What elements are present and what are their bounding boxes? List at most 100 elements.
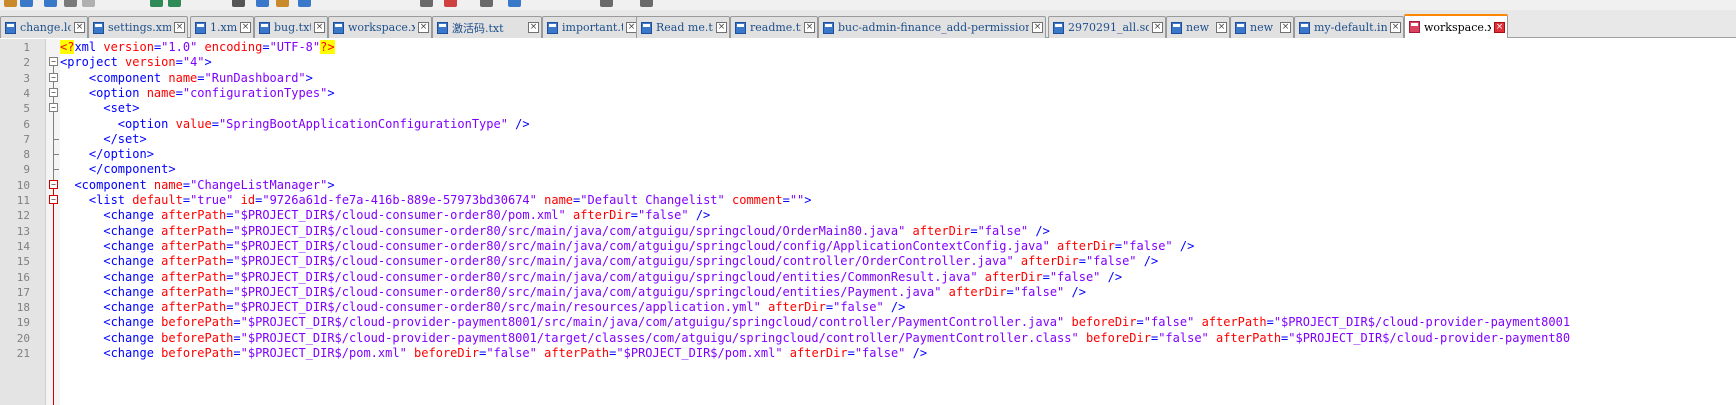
tab-label: 激活码.txt bbox=[452, 21, 504, 35]
fold-collapse-icon[interactable]: − bbox=[49, 72, 58, 82]
toolbar-button-icon[interactable] bbox=[168, 0, 181, 7]
editor[interactable]: 1 2 3 4 5 6 7 8 9 10 11 12 13 14 15 16 17 18 19 20 21 <?xml … bbox=[0, 39, 1736, 405]
close-icon[interactable]: × bbox=[240, 22, 251, 33]
close-icon[interactable]: × bbox=[528, 22, 539, 33]
token-tag: /> bbox=[1064, 284, 1086, 299]
token-tag: = bbox=[182, 193, 191, 207]
close-icon[interactable]: × bbox=[1032, 22, 1043, 33]
token-tag: <change bbox=[60, 346, 162, 360]
token-attr: afterPath bbox=[1201, 315, 1267, 330]
token-tag: /> bbox=[1172, 238, 1195, 253]
tab-6[interactable]: important.txt× bbox=[542, 16, 640, 38]
toolbar-button-icon[interactable] bbox=[82, 0, 95, 7]
toolbar-button-icon[interactable] bbox=[44, 0, 57, 7]
code-line[interactable]: <change beforePath="$PROJECT_DIR$/pom.xm… bbox=[60, 345, 927, 362]
fold-collapse-icon[interactable]: − bbox=[49, 57, 58, 67]
token-tag: = bbox=[233, 330, 241, 345]
tab-5[interactable]: 激活码.txt × bbox=[432, 16, 542, 38]
tab-8[interactable]: readme.txt× bbox=[730, 16, 818, 38]
token-tag: = bbox=[233, 315, 241, 330]
toolbar-button-icon[interactable] bbox=[298, 0, 311, 7]
toolbar-button-icon[interactable] bbox=[232, 0, 245, 7]
token-val: "false" bbox=[638, 208, 689, 223]
token-tag: = bbox=[847, 346, 855, 360]
token-tag: = bbox=[630, 208, 639, 223]
toolbar-button-icon[interactable] bbox=[4, 0, 17, 7]
token-val: "$PROJECT_DIR$/cloud-consumer-order80/sr… bbox=[233, 269, 978, 284]
token-val: "false" bbox=[833, 300, 884, 315]
close-icon[interactable]: × bbox=[1216, 22, 1227, 33]
token-tag: > bbox=[305, 70, 313, 85]
token-tag bbox=[761, 300, 768, 314]
token-val: "$PROJECT_DIR$/cloud-consumer-order80/sr… bbox=[233, 300, 761, 315]
code-area[interactable]: <?xml version="1.0" encoding="UTF-8"?> <p… bbox=[60, 39, 1736, 405]
toolbar-button-icon[interactable] bbox=[480, 0, 493, 7]
tab-12[interactable]: new 2× bbox=[1230, 16, 1294, 38]
toolbar-button-icon[interactable] bbox=[276, 0, 289, 7]
toolbar-button-icon[interactable] bbox=[256, 0, 269, 7]
toolbar-button-icon[interactable] bbox=[600, 0, 613, 7]
fold-collapse-icon[interactable]: − bbox=[49, 103, 58, 113]
toolbar-button-icon[interactable] bbox=[508, 0, 521, 7]
fold-end-marker bbox=[53, 138, 59, 140]
token-tag: /> bbox=[883, 300, 906, 315]
close-icon[interactable]: × bbox=[1280, 22, 1291, 33]
fold-collapse-icon[interactable]: − bbox=[49, 87, 58, 97]
token-tag: <component bbox=[60, 177, 154, 192]
close-icon[interactable]: × bbox=[804, 22, 815, 33]
token-attr: version bbox=[103, 40, 154, 54]
close-icon[interactable]: × bbox=[74, 22, 85, 33]
close-icon[interactable]: × bbox=[174, 22, 185, 33]
token-attr: afterPath bbox=[161, 269, 227, 284]
token-val: "false" bbox=[1013, 284, 1065, 299]
tab-label: bug.txt bbox=[274, 21, 311, 34]
toolbar-button-icon[interactable] bbox=[640, 0, 653, 7]
close-icon[interactable]: × bbox=[314, 22, 325, 33]
tab-13[interactable]: my-default.ini × bbox=[1294, 16, 1404, 38]
close-icon[interactable]: × bbox=[1152, 22, 1163, 33]
fold-collapse-icon[interactable]: − bbox=[49, 179, 58, 189]
token-tag: = bbox=[175, 55, 183, 70]
toolbar-button-icon[interactable] bbox=[150, 0, 163, 7]
tab-4[interactable]: workspace.xml× bbox=[328, 16, 432, 38]
token-tag bbox=[941, 285, 948, 299]
token-pi: <? bbox=[60, 40, 75, 54]
tab-1[interactable]: settings.xml × bbox=[88, 16, 188, 38]
tab-3[interactable]: bug.txt × bbox=[254, 16, 328, 38]
tab-2[interactable]: 1.xml× bbox=[190, 16, 254, 38]
tab-0[interactable]: change.log× bbox=[0, 16, 88, 38]
toolbar-button-icon[interactable] bbox=[444, 0, 457, 7]
tab-label: 2970291_all.sql bbox=[1068, 21, 1149, 34]
file-icon bbox=[1409, 21, 1420, 33]
tab-label: Read me.txt bbox=[656, 21, 713, 34]
token-attr: default bbox=[132, 193, 183, 207]
token-val: "false" bbox=[1158, 330, 1209, 345]
token-attr: afterDir bbox=[912, 223, 971, 238]
fold-collapse-icon[interactable]: − bbox=[49, 195, 58, 204]
token-attr: beforeDir bbox=[1071, 315, 1137, 330]
tab-14[interactable]: workspace.xml× bbox=[1404, 14, 1508, 38]
tab-7[interactable]: Read me.txt× bbox=[636, 16, 730, 38]
close-icon[interactable]: × bbox=[1494, 21, 1505, 33]
token-tag: > bbox=[327, 85, 335, 100]
tab-10[interactable]: 2970291_all.sql × bbox=[1048, 16, 1166, 38]
token-tag bbox=[1014, 254, 1021, 268]
token-tag: = bbox=[1114, 238, 1123, 253]
file-icon bbox=[1053, 21, 1064, 34]
tab-9[interactable]: buc-admin-finance_add-permission.txt× bbox=[818, 16, 1046, 38]
close-icon[interactable]: × bbox=[1390, 22, 1401, 33]
tab-label: buc-admin-finance_add-permission.txt bbox=[838, 21, 1029, 34]
token-val: "$PROJECT_DIR$/cloud-consumer-order80/po… bbox=[233, 208, 566, 223]
token-tag: xml bbox=[74, 40, 104, 54]
tab-label: settings.xml bbox=[108, 21, 171, 34]
token-attr: afterDir bbox=[984, 269, 1043, 284]
toolbar-button-icon[interactable] bbox=[20, 0, 33, 7]
toolbar-button-icon[interactable] bbox=[420, 0, 433, 7]
token-attr: afterPath bbox=[161, 238, 227, 253]
close-icon[interactable]: × bbox=[418, 22, 429, 33]
toolbar-button-icon[interactable] bbox=[64, 0, 77, 7]
close-icon[interactable]: × bbox=[716, 22, 727, 33]
token-attr: beforePath bbox=[161, 315, 234, 330]
tab-11[interactable]: new 1× bbox=[1166, 16, 1230, 38]
tab-label: 1.xml bbox=[210, 21, 237, 34]
